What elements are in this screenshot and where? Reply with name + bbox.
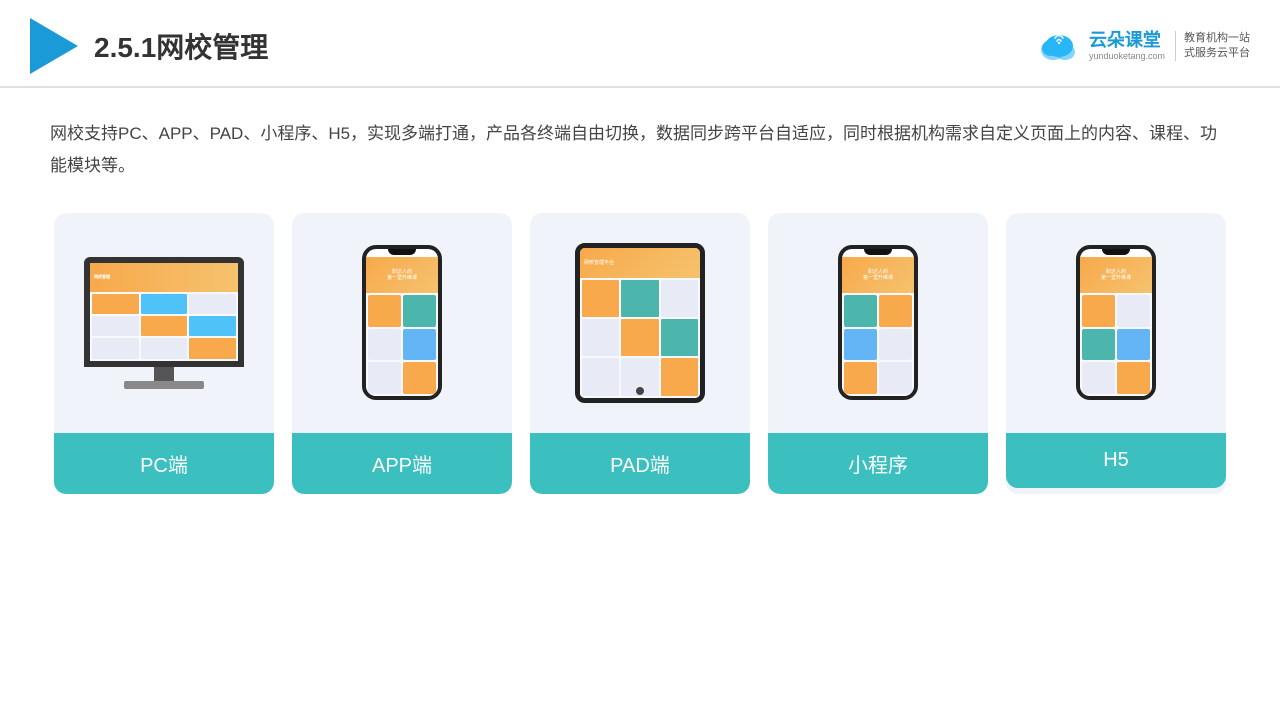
app-screen-body: [366, 293, 438, 396]
h5-screen-body: [1080, 293, 1152, 396]
tablet-block: [661, 280, 698, 317]
mini-label: 小程序: [768, 433, 988, 494]
pc-neck: [154, 367, 174, 381]
pc-image-area: 网校管理: [54, 213, 274, 433]
page-title: 2.5.1网校管理: [94, 26, 268, 66]
pc-screen-header: 网校管理: [90, 263, 238, 292]
tablet-block: [661, 319, 698, 356]
phone-block: [844, 295, 877, 327]
phone-block: [368, 329, 401, 361]
h5-label: H5: [1006, 433, 1226, 488]
brand-domain: yunduoketang.com: [1089, 51, 1165, 62]
app-label: APP端: [292, 433, 512, 494]
pc-monitor: 网校管理: [84, 257, 244, 367]
mini-screen-top: 职达人的第一堂升维课: [842, 257, 914, 293]
phone-block: [1117, 329, 1150, 361]
pc-block: [189, 294, 236, 314]
phone-block: [368, 362, 401, 394]
tablet-home-button: [636, 387, 644, 395]
cloud-icon: [1035, 28, 1083, 64]
app-screen-top: 职达人的第一堂升维课: [366, 257, 438, 293]
pc-block: [141, 294, 188, 314]
pc-block: [141, 338, 188, 358]
logo-triangle-icon: [30, 18, 78, 74]
phone-notch-2: [864, 249, 892, 255]
pc-block: [189, 338, 236, 358]
app-image-area: 职达人的第一堂升维课: [292, 213, 512, 433]
tablet-block: [621, 280, 658, 317]
device-card-h5: 职达人的第一堂升维课 H5: [1006, 213, 1226, 494]
pc-device-mock: 网校管理: [84, 257, 244, 389]
h5-screen-top: 职达人的第一堂升维课: [1080, 257, 1152, 293]
pc-block: [92, 338, 139, 358]
header: 2.5.1网校管理 云朵课堂 yunduoketang.com 教育机构一站 式…: [0, 0, 1280, 88]
main-content: 网校支持PC、APP、PAD、小程序、H5，实现多端打通，产品各终端自由切换，数…: [0, 88, 1280, 524]
pc-base: [124, 381, 204, 389]
phone-block: [403, 329, 436, 361]
tablet-block: [582, 358, 619, 395]
description-text: 网校支持PC、APP、PAD、小程序、H5，实现多端打通，产品各终端自由切换，数…: [50, 118, 1230, 183]
phone-block: [1117, 295, 1150, 327]
h5-image-area: 职达人的第一堂升维课: [1006, 213, 1226, 433]
brand-slogan: 教育机构一站 式服务云平台: [1175, 31, 1250, 62]
pad-screen: 网校管理平台: [580, 248, 700, 398]
pc-block: [92, 294, 139, 314]
app-phone-mock: 职达人的第一堂升维课: [362, 245, 442, 400]
pc-block: [141, 316, 188, 336]
phone-block: [879, 295, 912, 327]
tablet-block: [582, 319, 619, 356]
h5-phone-mock: 职达人的第一堂升维课: [1076, 245, 1156, 400]
pc-screen-body: [90, 292, 238, 361]
phone-block: [1082, 362, 1115, 394]
phone-block: [1082, 295, 1115, 327]
devices-row: 网校管理: [50, 213, 1230, 494]
tablet-block: [582, 280, 619, 317]
phone-block: [844, 362, 877, 394]
phone-notch: [388, 249, 416, 255]
mini-phone-screen: 职达人的第一堂升维课: [842, 249, 914, 396]
pc-screen: 网校管理: [90, 263, 238, 361]
pad-image-area: 网校管理平台: [530, 213, 750, 433]
phone-block: [403, 295, 436, 327]
brand-name: 云朵课堂: [1089, 30, 1161, 52]
tablet-block: [621, 319, 658, 356]
pad-screen-body: [580, 278, 700, 398]
phone-block: [879, 329, 912, 361]
device-card-pad: 网校管理平台: [530, 213, 750, 494]
pad-tablet-mock: 网校管理平台: [575, 243, 705, 403]
header-right: 云朵课堂 yunduoketang.com 教育机构一站 式服务云平台: [1035, 28, 1250, 64]
phone-notch-3: [1102, 249, 1130, 255]
brand-logo: 云朵课堂 yunduoketang.com 教育机构一站 式服务云平台: [1035, 28, 1250, 64]
device-card-app: 职达人的第一堂升维课 APP端: [292, 213, 512, 494]
pad-screen-top: 网校管理平台: [580, 248, 700, 278]
phone-block: [1117, 362, 1150, 394]
mini-screen-body: [842, 293, 914, 396]
pad-label: PAD端: [530, 433, 750, 494]
phone-block: [1082, 329, 1115, 361]
device-card-miniprogram: 职达人的第一堂升维课 小程序: [768, 213, 988, 494]
pc-label: PC端: [54, 433, 274, 494]
phone-block: [844, 329, 877, 361]
h5-phone-screen: 职达人的第一堂升维课: [1080, 249, 1152, 396]
phone-block: [403, 362, 436, 394]
pc-block: [92, 316, 139, 336]
tablet-block: [661, 358, 698, 395]
app-phone-screen: 职达人的第一堂升维课: [366, 249, 438, 396]
mini-phone-mock: 职达人的第一堂升维课: [838, 245, 918, 400]
phone-block: [368, 295, 401, 327]
pc-block: [189, 316, 236, 336]
mini-image-area: 职达人的第一堂升维课: [768, 213, 988, 433]
phone-block: [879, 362, 912, 394]
brand-text: 云朵课堂 yunduoketang.com: [1089, 30, 1165, 62]
device-card-pc: 网校管理: [54, 213, 274, 494]
header-left: 2.5.1网校管理: [30, 18, 268, 74]
